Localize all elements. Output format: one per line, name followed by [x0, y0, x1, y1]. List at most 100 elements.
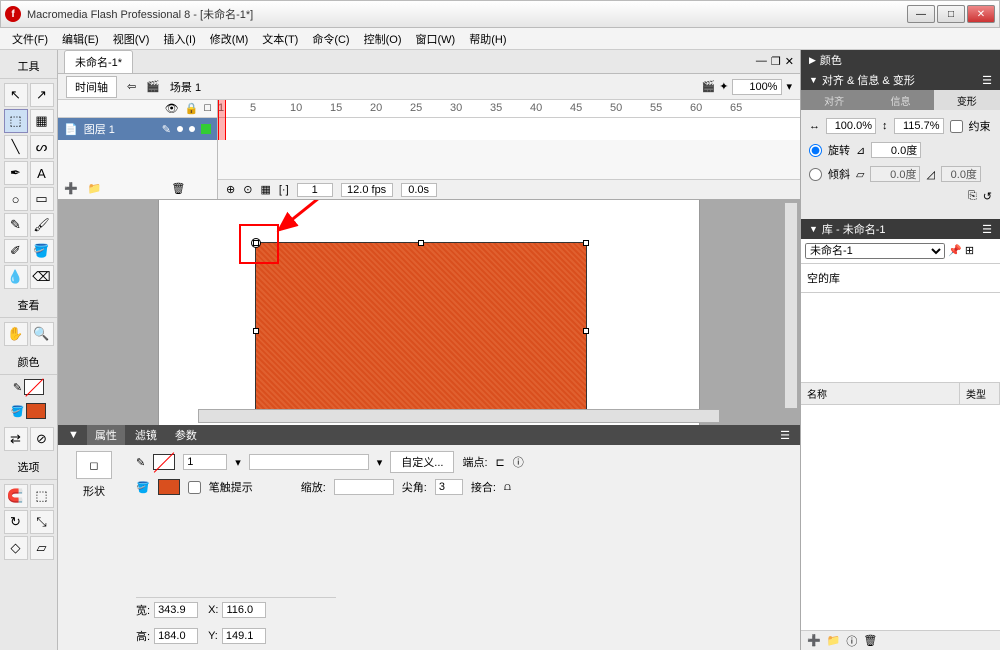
- tf-height-input[interactable]: [894, 118, 944, 134]
- pin-lib-icon[interactable]: 📌: [948, 245, 962, 257]
- selected-rectangle[interactable]: [255, 242, 587, 420]
- menu-file[interactable]: 文件(F): [6, 28, 54, 50]
- subtab-transform[interactable]: 变形: [934, 90, 1000, 110]
- swap-colors[interactable]: ⇄: [4, 427, 28, 451]
- edit-multi-icon[interactable]: ▦: [260, 183, 270, 196]
- subtab-align[interactable]: 对齐: [801, 90, 867, 110]
- width-input[interactable]: [154, 602, 198, 618]
- stage[interactable]: [159, 200, 699, 425]
- stroke-width-input[interactable]: [183, 454, 227, 470]
- menu-view[interactable]: 视图(V): [107, 28, 156, 50]
- onion-icon[interactable]: ⊕: [226, 183, 235, 196]
- delete-layer-icon[interactable]: 🗑: [171, 182, 185, 195]
- library-doc-select[interactable]: 未命名-1: [805, 243, 945, 259]
- onion-markers-icon[interactable]: [·]: [279, 184, 289, 196]
- new-lib-icon[interactable]: ⊞: [965, 245, 974, 257]
- stroke-dropdown-icon[interactable]: ▾: [235, 456, 241, 469]
- snap-option[interactable]: 🧲: [4, 484, 28, 508]
- menu-control[interactable]: 控制(O): [358, 28, 408, 50]
- stroke-style-dropdown[interactable]: ▾: [377, 456, 383, 469]
- rotate-input[interactable]: [871, 142, 921, 158]
- oval-tool[interactable]: ○: [4, 187, 28, 211]
- tf-width-input[interactable]: [826, 118, 876, 134]
- doc-close[interactable]: ✕: [785, 55, 794, 68]
- tab-params[interactable]: 参数: [167, 425, 205, 445]
- panel-menu-icon[interactable]: ☰: [780, 429, 790, 442]
- menu-commands[interactable]: 命令(C): [306, 28, 355, 50]
- cap-icon[interactable]: ⊏: [496, 456, 505, 469]
- miter-input[interactable]: [435, 479, 463, 495]
- frames-track[interactable]: [218, 118, 800, 140]
- library-list[interactable]: [801, 405, 1000, 630]
- minimize-button[interactable]: —: [907, 5, 935, 23]
- menu-modify[interactable]: 修改(M): [204, 28, 255, 50]
- eyedropper-tool[interactable]: 💧: [4, 265, 28, 289]
- onion-outline-icon[interactable]: ⊙: [243, 183, 252, 196]
- eye-icon[interactable]: 👁: [165, 102, 179, 115]
- envelope-option[interactable]: ▱: [30, 536, 54, 560]
- library-panel-header[interactable]: ▼库 - 未命名-1☰: [801, 219, 1000, 239]
- doc-min[interactable]: —: [756, 55, 767, 68]
- fill-swatch[interactable]: [26, 403, 46, 419]
- stroke-swatch[interactable]: [24, 379, 44, 395]
- layer-row[interactable]: 📄 图层 1 ✎: [58, 118, 217, 140]
- scale-option[interactable]: ⤡: [30, 510, 54, 534]
- y-input[interactable]: [222, 628, 266, 644]
- line-tool[interactable]: ╲: [4, 135, 28, 159]
- properties-lib-icon[interactable]: ⓘ: [846, 633, 857, 649]
- stroke-hinting-check[interactable]: [188, 481, 201, 494]
- copy-transform-icon[interactable]: ⎘: [968, 190, 977, 203]
- elapsed-time[interactable]: [401, 183, 437, 197]
- new-folder-lib-icon[interactable]: 📁: [827, 634, 841, 647]
- help-icon[interactable]: ⓘ: [513, 454, 524, 470]
- stage-hscroll[interactable]: [198, 409, 720, 423]
- selection-tool[interactable]: ↖: [4, 83, 28, 107]
- edit-symbol-icon[interactable]: ✦: [719, 80, 728, 93]
- menu-help[interactable]: 帮助(H): [463, 28, 512, 50]
- constrain-check[interactable]: [950, 120, 963, 133]
- fps-display[interactable]: [341, 183, 393, 197]
- gradient-tool[interactable]: ▦: [30, 109, 54, 133]
- doc-restore[interactable]: ❐: [771, 55, 781, 68]
- rotate-option[interactable]: ↻: [4, 510, 28, 534]
- menu-text[interactable]: 文本(T): [256, 28, 304, 50]
- zoom-input[interactable]: [732, 79, 782, 95]
- handle-mr[interactable]: [583, 328, 589, 334]
- pencil-tool[interactable]: ✎: [4, 213, 28, 237]
- menu-insert[interactable]: 插入(I): [157, 28, 201, 50]
- layer-visible-dot[interactable]: [177, 126, 183, 132]
- custom-button[interactable]: 自定义...: [390, 451, 454, 473]
- paint-bucket-tool[interactable]: 🪣: [30, 239, 54, 263]
- distort-option[interactable]: ◇: [4, 536, 28, 560]
- delete-lib-icon[interactable]: 🗑: [863, 634, 877, 647]
- maximize-button[interactable]: □: [937, 5, 965, 23]
- lasso-tool[interactable]: ᔕ: [30, 135, 54, 159]
- zoom-tool[interactable]: 🔍: [30, 322, 54, 346]
- new-symbol-icon[interactable]: ➕: [807, 634, 821, 647]
- eraser-tool[interactable]: ⌫: [30, 265, 54, 289]
- skew-radio[interactable]: [809, 168, 822, 181]
- hand-tool[interactable]: ✋: [4, 322, 28, 346]
- frame-ruler[interactable]: 1 5 10 15 20 25 30 35 40 45 50 55 60 65: [218, 100, 800, 118]
- doc-tab[interactable]: 未命名-1*: [64, 50, 133, 73]
- layer-color-sq[interactable]: [201, 124, 211, 134]
- scene-name[interactable]: 场景 1: [170, 79, 201, 95]
- tab-properties[interactable]: 属性: [87, 425, 125, 445]
- handle-ml[interactable]: [253, 328, 259, 334]
- stroke-style[interactable]: [249, 454, 369, 470]
- new-layer-icon[interactable]: ➕: [64, 182, 78, 195]
- reset-transform-icon[interactable]: ↺: [983, 190, 992, 203]
- rotate-radio[interactable]: [809, 144, 822, 157]
- timeline-button[interactable]: 时间轴: [66, 76, 117, 98]
- ink-tool[interactable]: ✐: [4, 239, 28, 263]
- new-folder-icon[interactable]: 📁: [88, 182, 102, 195]
- outline-icon[interactable]: □: [204, 102, 211, 115]
- zoom-dropdown-icon[interactable]: ▾: [786, 80, 792, 93]
- rect-tool[interactable]: ▭: [30, 187, 54, 211]
- tab-filters[interactable]: 滤镜: [127, 425, 165, 445]
- subselect-tool[interactable]: ↗: [30, 83, 54, 107]
- option-2[interactable]: ⬚: [30, 484, 54, 508]
- text-tool[interactable]: A: [30, 161, 54, 185]
- stroke-color-swatch[interactable]: [153, 454, 175, 470]
- layer-lock-dot[interactable]: [189, 126, 195, 132]
